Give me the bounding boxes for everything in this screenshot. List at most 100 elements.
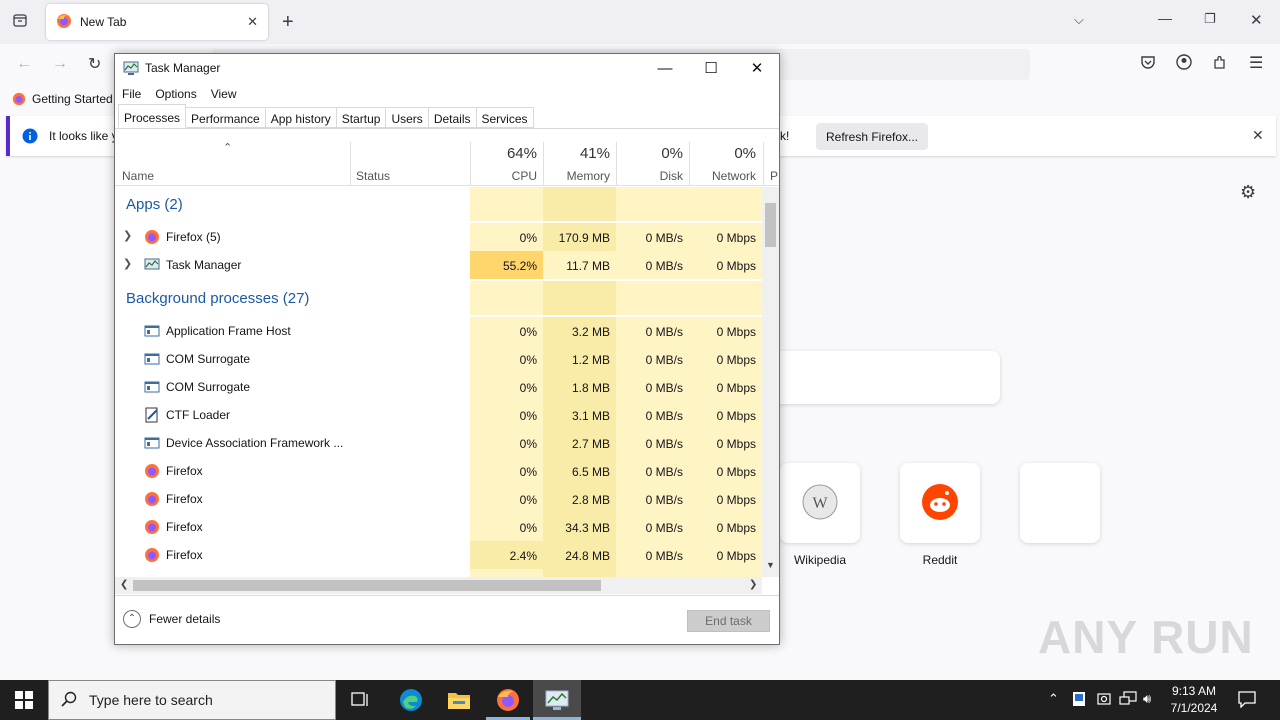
end-task-button[interactable]: End task xyxy=(687,610,770,632)
memory-cell: 170.9 MB xyxy=(543,223,616,251)
column-name[interactable]: Name xyxy=(115,142,350,186)
account-icon[interactable] xyxy=(1176,54,1192,75)
taskbar-search[interactable]: Type here to search xyxy=(48,680,336,720)
chevron-right-icon[interactable]: ❯ xyxy=(123,257,132,270)
tab-list-icon[interactable] xyxy=(12,12,28,33)
column-status[interactable]: Status xyxy=(350,142,470,186)
table-row[interactable]: Application Frame Host 0% 3.2 MB 0 MB/s … xyxy=(115,317,762,345)
gear-icon[interactable]: ⚙ xyxy=(1240,182,1256,203)
column-power[interactable]: P xyxy=(764,142,779,186)
scroll-down-icon[interactable]: ▼ xyxy=(766,560,775,570)
taskbar: Type here to search ⌃ 🔊︎ 9:13 AM 7/1/202… xyxy=(0,680,1280,720)
scroll-right-icon[interactable]: ❯ xyxy=(749,579,757,590)
firefox-taskbar-icon[interactable] xyxy=(484,680,532,720)
tab-users[interactable]: Users xyxy=(386,107,429,128)
network-icon[interactable] xyxy=(1119,691,1137,710)
column-memory[interactable]: 41% Memory xyxy=(543,142,616,186)
group-header-background[interactable]: Background processes (27) xyxy=(115,281,762,315)
notifications-icon[interactable] xyxy=(1238,690,1256,711)
table-row[interactable]: Firefox 2.4% 24.8 MB 0 MB/s 0 Mbps xyxy=(115,541,762,569)
tab-new-tab[interactable]: New Tab ✕ xyxy=(46,4,268,40)
tab-details[interactable]: Details xyxy=(428,107,477,128)
fewer-details-button[interactable]: ⌃ Fewer details xyxy=(123,610,220,628)
memory-label: Memory xyxy=(566,169,610,183)
tab-startup[interactable]: Startup xyxy=(336,107,387,128)
chevron-up-icon[interactable]: ⌃ xyxy=(1048,691,1059,707)
network-adapter-icon[interactable] xyxy=(1096,691,1112,710)
table-row[interactable]: Firefox 0% 2.8 MB 0 MB/s 0 Mbps xyxy=(115,485,762,513)
bookmark-getting-started[interactable]: Getting Started xyxy=(32,92,113,106)
tab-services[interactable]: Services xyxy=(476,107,534,128)
table-row[interactable]: COM Surrogate 0% 1.2 MB 0 MB/s 0 Mbps xyxy=(115,345,762,373)
menu-file[interactable]: File xyxy=(115,83,148,103)
menu-options[interactable]: Options xyxy=(148,83,203,103)
page-search-box[interactable] xyxy=(760,351,1000,404)
close-window-icon[interactable]: ✕ xyxy=(1250,11,1263,29)
group-header-apps[interactable]: Apps (2) xyxy=(115,187,762,221)
vertical-scrollbar[interactable]: ▼ xyxy=(762,187,779,577)
horizontal-scrollbar[interactable]: ❮ ❯ xyxy=(115,577,762,594)
close-icon[interactable]: ✕ xyxy=(734,54,780,82)
table-row[interactable]: ❯ Task Manager 55.2% 11.7 MB 0 MB/s 0 Mb… xyxy=(115,251,762,279)
disk-cell: 0 MB/s xyxy=(616,513,689,541)
storage-icon[interactable] xyxy=(1072,691,1086,710)
new-tab-icon[interactable]: + xyxy=(282,11,294,34)
shortcut-reddit[interactable] xyxy=(900,463,980,543)
minimize-icon[interactable]: — xyxy=(642,54,688,82)
menu-view[interactable]: View xyxy=(204,83,244,103)
task-manager-taskbar-icon[interactable] xyxy=(533,680,581,720)
memory-cell: 3.2 MB xyxy=(543,317,616,345)
cpu-cell: 0% xyxy=(470,345,543,373)
windows-start-icon[interactable] xyxy=(0,680,48,720)
watermark-logo: ANY RUN xyxy=(1038,611,1254,663)
table-row[interactable] xyxy=(115,569,762,577)
extensions-icon[interactable] xyxy=(1212,54,1228,75)
tab-processes[interactable]: Processes xyxy=(118,104,187,128)
menu-icon[interactable]: ☰ xyxy=(1249,53,1263,73)
reload-icon[interactable]: ↻ xyxy=(88,54,101,74)
task-view-icon[interactable] xyxy=(336,680,384,720)
scroll-thumb[interactable] xyxy=(765,203,776,247)
table-row[interactable]: Device Association Framework ... 0% 2.7 … xyxy=(115,429,762,457)
close-tab-icon[interactable]: ✕ xyxy=(247,14,258,30)
task-manager-titlebar[interactable]: Task Manager — ☐ ✕ xyxy=(115,54,779,82)
cpu-cell: 2.4% xyxy=(470,541,543,569)
table-row[interactable]: ❯ Firefox (5) 0% 170.9 MB 0 MB/s 0 Mbps xyxy=(115,223,762,251)
forward-icon[interactable]: → xyxy=(52,55,68,73)
memory-cell: 11.7 MB xyxy=(543,251,616,279)
minimize-icon[interactable]: — xyxy=(1158,10,1172,26)
tab-app-history[interactable]: App history xyxy=(265,107,337,128)
process-name: Device Association Framework ... xyxy=(166,436,344,450)
close-notification-icon[interactable]: ✕ xyxy=(1252,127,1264,144)
tab-performance[interactable]: Performance xyxy=(186,107,266,128)
volume-icon[interactable]: 🔊︎ xyxy=(1143,691,1151,707)
shortcut-wikipedia[interactable]: W xyxy=(780,463,860,543)
maximize-icon[interactable]: ☐ xyxy=(688,54,734,82)
window-title: Task Manager xyxy=(145,61,221,75)
memory-cell: 1.2 MB xyxy=(543,345,616,373)
restore-icon[interactable]: ❐ xyxy=(1204,11,1216,27)
chevron-down-icon[interactable]: ⌵ xyxy=(1074,12,1084,28)
system-clock[interactable]: 9:13 AM 7/1/2024 xyxy=(1160,683,1228,717)
cpu-cell: 55.2% xyxy=(470,251,543,279)
scroll-thumb[interactable] xyxy=(133,580,601,591)
file-explorer-icon[interactable] xyxy=(435,680,483,720)
svg-text:W: W xyxy=(812,495,828,512)
column-network[interactable]: 0% Network xyxy=(689,142,762,186)
table-row[interactable]: COM Surrogate 0% 1.8 MB 0 MB/s 0 Mbps xyxy=(115,373,762,401)
process-name: Firefox xyxy=(166,464,203,478)
table-row[interactable]: Firefox 0% 6.5 MB 0 MB/s 0 Mbps xyxy=(115,457,762,485)
edge-icon[interactable] xyxy=(387,680,435,720)
refresh-firefox-button[interactable]: Refresh Firefox... xyxy=(816,123,928,150)
shortcut-empty[interactable] xyxy=(1020,463,1100,543)
disk-cell: 0 MB/s xyxy=(616,317,689,345)
table-row[interactable]: Firefox 0% 34.3 MB 0 MB/s 0 Mbps xyxy=(115,513,762,541)
chevron-right-icon[interactable]: ❯ xyxy=(123,229,132,242)
column-cpu[interactable]: 64% CPU xyxy=(470,142,543,186)
column-disk[interactable]: 0% Disk xyxy=(616,142,689,186)
firefox-icon xyxy=(144,229,160,245)
pocket-icon[interactable] xyxy=(1140,54,1156,75)
scroll-left-icon[interactable]: ❮ xyxy=(120,579,128,590)
back-icon[interactable]: ← xyxy=(16,55,32,73)
table-row[interactable]: CTF Loader 0% 3.1 MB 0 MB/s 0 Mbps xyxy=(115,401,762,429)
